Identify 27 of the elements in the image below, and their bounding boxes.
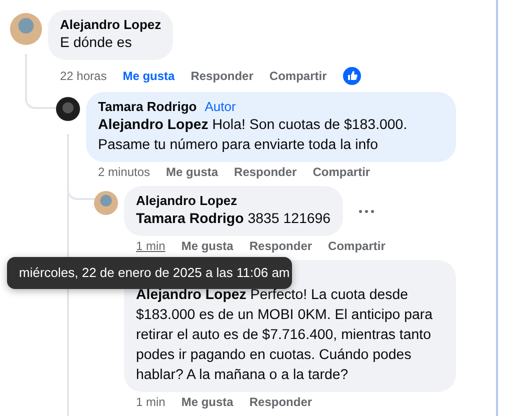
comment-text: E dónde es xyxy=(60,34,133,53)
reply-link[interactable]: Responder xyxy=(234,165,297,179)
author-name[interactable]: Alejandro Lopez xyxy=(136,192,238,209)
avatar-photo-placeholder[interactable] xyxy=(56,97,80,121)
comment-text: Alejandro Lopez Perfecto! La cuota desde $183.000 es de un MOBI 0KM. El anticipo para retirar el auto es de $7.716.400, mientras tanto podes ir pagando en cuotas. Cuándo podes hablar? A la mañana o a la tarde? xyxy=(136,286,434,385)
reply-link[interactable]: Responder xyxy=(190,69,254,83)
share-link[interactable]: Compartir xyxy=(328,239,386,253)
share-link[interactable]: Compartir xyxy=(269,69,327,83)
comment-text: Alejandro Lopez Hola! Son cuotas de $183.000. Pasame tu número para enviarte toda la info xyxy=(98,116,408,155)
timestamp-link[interactable]: 1 min xyxy=(136,239,166,253)
thread-connector-line xyxy=(67,134,95,200)
timestamp-link[interactable]: 1 min xyxy=(136,395,166,409)
author-name[interactable]: Tamara Rodrigo xyxy=(98,98,197,115)
date-tooltip: miércoles, 22 de enero de 2025 a las 11:06 am xyxy=(7,257,292,289)
comment-text: Tamara Rodrigo 3835 121696 xyxy=(136,210,331,229)
timestamp-link[interactable]: 2 minutos xyxy=(98,165,150,179)
author-name[interactable]: Alejandro Lopez xyxy=(60,16,162,33)
reply-link[interactable]: Responder xyxy=(249,239,312,253)
like-link[interactable]: Me gusta xyxy=(166,165,218,179)
author-tag: Autor xyxy=(204,98,236,115)
timestamp-link[interactable]: 22 horas xyxy=(60,69,107,83)
thumbs-up-icon[interactable] xyxy=(342,67,361,85)
like-link[interactable]: Me gusta xyxy=(122,69,175,83)
like-link[interactable]: Me gusta xyxy=(181,395,234,409)
like-link[interactable]: Me gusta xyxy=(181,239,234,253)
share-link[interactable]: Compartir xyxy=(312,165,370,179)
reply-link[interactable]: Responder xyxy=(249,395,312,409)
